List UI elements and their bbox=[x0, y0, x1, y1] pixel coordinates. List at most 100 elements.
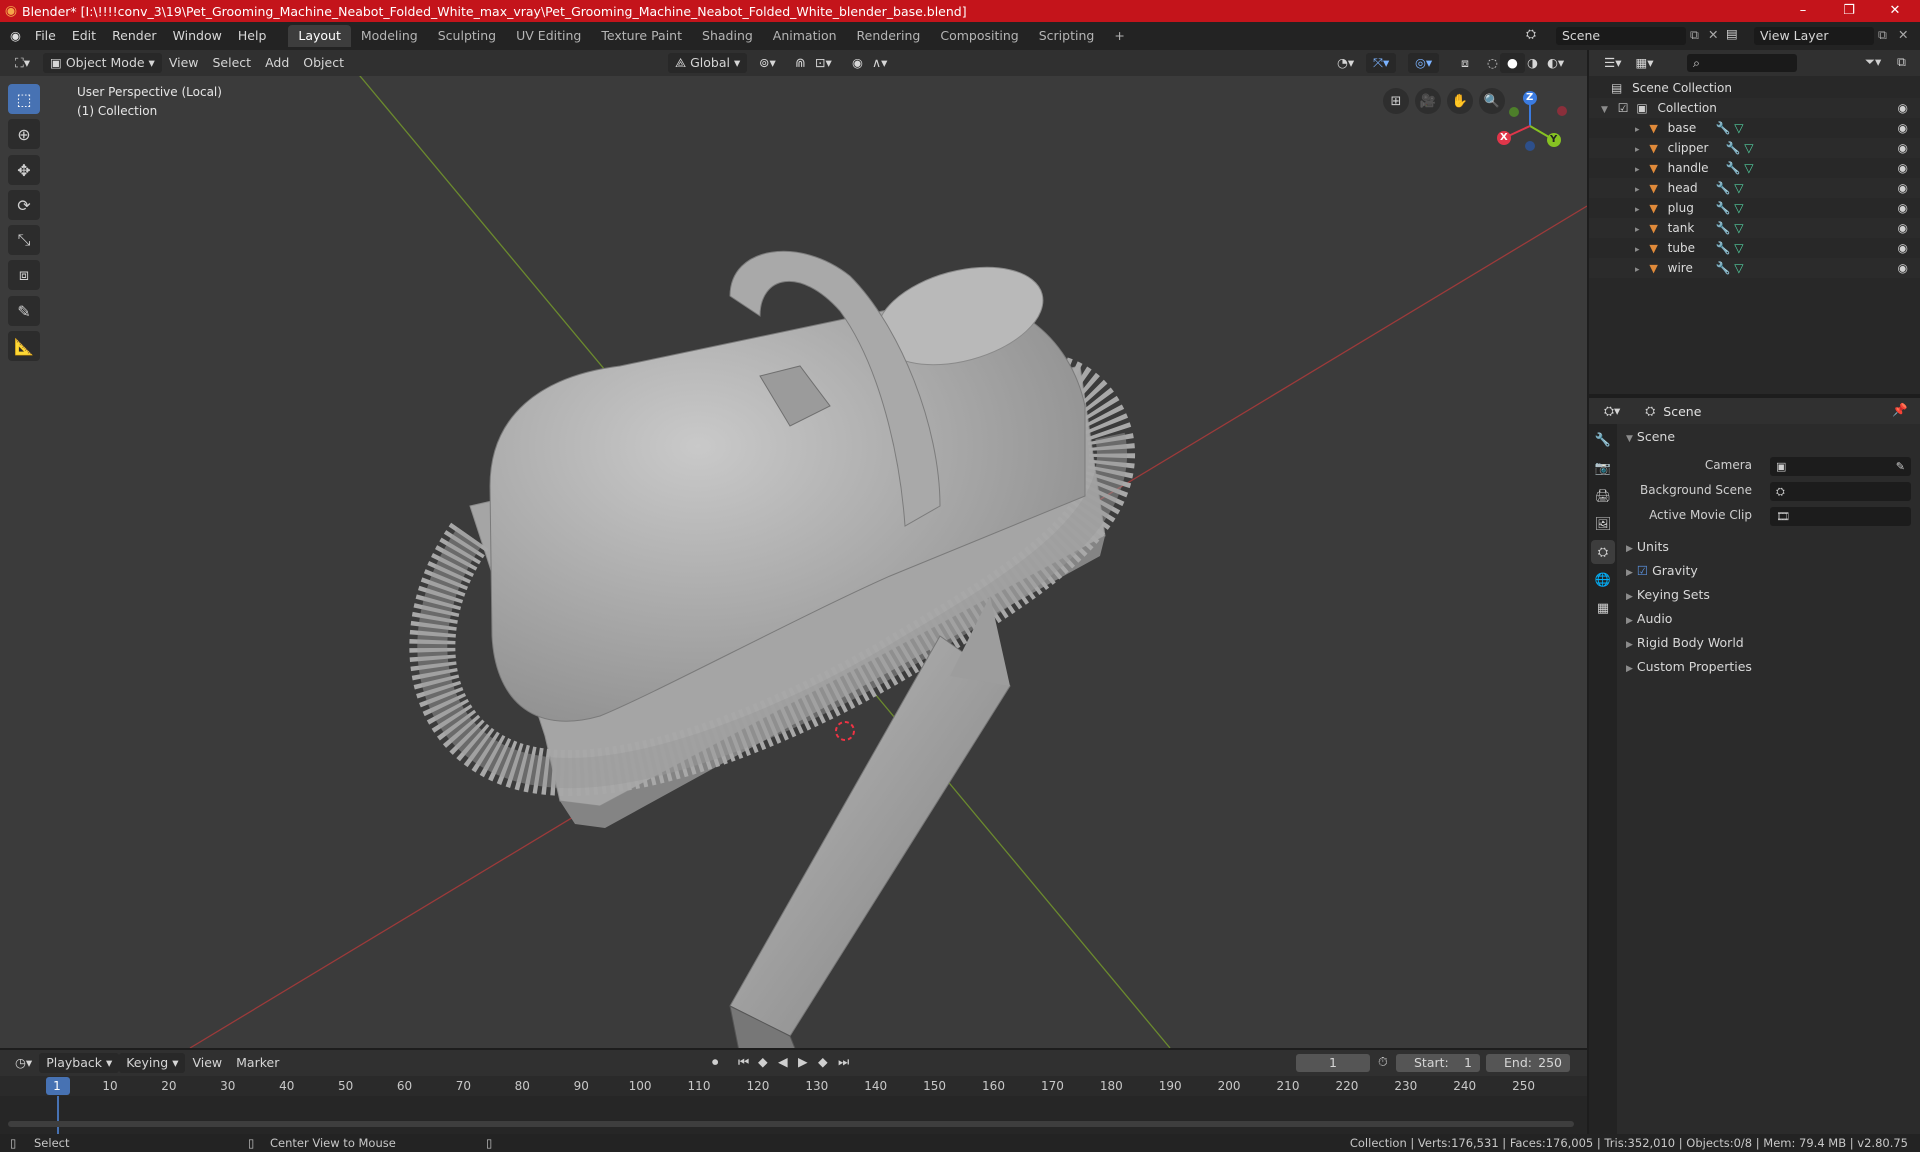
measure-tool-icon[interactable]: 📐 bbox=[8, 331, 40, 361]
modifier-wrench-icon[interactable]: 🔧 bbox=[1715, 221, 1730, 235]
keying-menu[interactable]: Keying ▾ bbox=[119, 1053, 186, 1073]
eye-icon[interactable]: ◉ bbox=[1898, 218, 1908, 238]
custom-properties-panel-header[interactable]: ▶ Custom Properties bbox=[1620, 655, 1916, 679]
properties-editor-type-icon[interactable]: ⛭▾ bbox=[1597, 401, 1627, 421]
eye-icon[interactable]: ◉ bbox=[1898, 158, 1908, 178]
maximize-button[interactable]: ❐ bbox=[1826, 0, 1872, 22]
pin-icon[interactable]: 📌 bbox=[1892, 402, 1908, 418]
snap-target-icon[interactable]: ⊡▾ bbox=[808, 53, 839, 73]
menu-help[interactable]: Help bbox=[230, 22, 275, 50]
record-icon[interactable]: ⏺ bbox=[712, 1054, 718, 1070]
expand-arrow-icon[interactable]: ▸ bbox=[1635, 185, 1640, 195]
new-collection-icon[interactable]: ⧉ bbox=[1897, 54, 1906, 70]
eye-icon[interactable]: ◉ bbox=[1898, 258, 1908, 278]
scale-tool-icon[interactable]: ⤡ bbox=[8, 225, 40, 255]
scene-panel-header[interactable]: ▼ Scene bbox=[1620, 425, 1916, 449]
viewport-menu-object[interactable]: Object bbox=[296, 53, 351, 73]
eye-icon[interactable]: ◉ bbox=[1898, 118, 1908, 138]
modifier-wrench-icon[interactable]: 🔧 bbox=[1725, 141, 1740, 155]
scene-tab-icon[interactable]: ⛭ bbox=[1591, 540, 1615, 564]
expand-arrow-icon[interactable]: ▸ bbox=[1635, 145, 1640, 155]
modifier-wrench-icon[interactable]: 🔧 bbox=[1725, 161, 1740, 175]
xray-icon[interactable]: ⧈ bbox=[1454, 53, 1476, 73]
expand-arrow-icon[interactable]: ▸ bbox=[1635, 165, 1640, 175]
render-tab-icon[interactable]: 📷 bbox=[1591, 456, 1615, 480]
blender-menu-icon[interactable]: ◉ bbox=[0, 22, 27, 50]
camera-field[interactable]: ▣ ✎ bbox=[1770, 457, 1911, 476]
viewport-menu-select[interactable]: Select bbox=[206, 53, 259, 73]
world-tab-icon[interactable]: 🌐 bbox=[1591, 568, 1615, 592]
menu-render[interactable]: Render bbox=[104, 22, 165, 50]
tab-sculpting[interactable]: Sculpting bbox=[428, 25, 506, 47]
tree-row-object[interactable]: ▸ ▼ plug 🔧 ▽ ◉ bbox=[1589, 198, 1920, 218]
background-scene-field[interactable]: ⛭ bbox=[1770, 482, 1911, 501]
tab-shading[interactable]: Shading bbox=[692, 25, 763, 47]
tree-row-scene-collection[interactable]: ▤ Scene Collection bbox=[1589, 78, 1920, 98]
scene-remove-icon[interactable]: ✕ bbox=[1708, 27, 1718, 42]
eye-icon[interactable]: ◉ bbox=[1898, 98, 1908, 118]
tab-scripting[interactable]: Scripting bbox=[1029, 25, 1105, 47]
annotate-tool-icon[interactable]: ✎ bbox=[8, 296, 40, 326]
zoom-icon[interactable]: 🔍 bbox=[1479, 88, 1505, 114]
mesh-data-icon[interactable]: ▽ bbox=[1734, 241, 1743, 255]
modifier-wrench-icon[interactable]: 🔧 bbox=[1715, 121, 1730, 135]
modifier-wrench-icon[interactable]: 🔧 bbox=[1715, 201, 1730, 215]
gravity-checkbox-icon[interactable]: ☑ bbox=[1637, 563, 1648, 578]
jump-end-icon[interactable]: ⏭ bbox=[838, 1054, 849, 1070]
checkbox-icon[interactable]: ☑ bbox=[1618, 101, 1629, 115]
cursor-tool-icon[interactable]: ⊕ bbox=[8, 119, 40, 149]
orientation-select[interactable]: ⟁ Global ▾ bbox=[668, 53, 748, 73]
move-tool-icon[interactable]: ✥ bbox=[8, 155, 40, 185]
prev-keyframe-icon[interactable]: ◆ bbox=[758, 1054, 768, 1069]
modifier-wrench-icon[interactable]: 🔧 bbox=[1715, 241, 1730, 255]
tree-row-object[interactable]: ▸ ▼ head 🔧 ▽ ◉ bbox=[1589, 178, 1920, 198]
mesh-data-icon[interactable]: ▽ bbox=[1734, 201, 1743, 215]
scene-new-icon[interactable]: ⧉ bbox=[1690, 27, 1699, 43]
3d-viewport[interactable]: User Perspective (Local) (1) Collection … bbox=[0, 76, 1587, 1048]
units-panel-header[interactable]: ▶ Units bbox=[1620, 535, 1916, 559]
mesh-data-icon[interactable]: ▽ bbox=[1744, 141, 1753, 155]
tree-row-object[interactable]: ▸ ▼ clipper 🔧 ▽ ◉ bbox=[1589, 138, 1920, 158]
eye-icon[interactable]: ◉ bbox=[1898, 178, 1908, 198]
viewport-menu-view[interactable]: View bbox=[162, 53, 206, 73]
stopwatch-icon[interactable]: ⏱ bbox=[1378, 1054, 1388, 1070]
expand-arrow-icon[interactable]: ▸ bbox=[1635, 245, 1640, 255]
transform-tool-icon[interactable]: ⧈ bbox=[8, 260, 40, 290]
menu-file[interactable]: File bbox=[27, 22, 64, 50]
view-layer-field[interactable]: View Layer bbox=[1754, 27, 1874, 45]
eye-icon[interactable]: ◉ bbox=[1898, 138, 1908, 158]
expand-arrow-icon[interactable]: ▸ bbox=[1635, 225, 1640, 235]
timeline-area[interactable] bbox=[0, 1096, 1587, 1134]
movie-clip-field[interactable]: 🎞 bbox=[1770, 507, 1911, 526]
expand-arrow-icon[interactable]: ▸ bbox=[1635, 205, 1640, 215]
filter-icon[interactable]: ⏷▾ bbox=[1865, 54, 1881, 70]
next-keyframe-icon[interactable]: ◆ bbox=[818, 1054, 828, 1069]
mesh-data-icon[interactable]: ▽ bbox=[1734, 121, 1743, 135]
close-button[interactable]: ✕ bbox=[1872, 0, 1918, 22]
gizmo-toggle-icon[interactable]: ⤧▾ bbox=[1366, 53, 1397, 73]
eye-icon[interactable]: ◉ bbox=[1898, 198, 1908, 218]
keying-sets-panel-header[interactable]: ▶ Keying Sets bbox=[1620, 583, 1916, 607]
overlay-toggle-icon[interactable]: ◎▾ bbox=[1408, 53, 1440, 73]
tab-rendering[interactable]: Rendering bbox=[847, 25, 931, 47]
scene-browse-icon[interactable]: ⛭ bbox=[1526, 26, 1536, 42]
pivot-icon[interactable]: ⊚▾ bbox=[752, 53, 783, 73]
end-frame-field[interactable]: End: 250 bbox=[1486, 1054, 1570, 1072]
outliner-search-input[interactable]: ⌕ bbox=[1687, 54, 1797, 72]
expand-arrow-icon[interactable]: ▸ bbox=[1635, 125, 1640, 135]
current-frame-field[interactable]: 1 bbox=[1296, 1054, 1370, 1072]
minimize-button[interactable]: – bbox=[1780, 0, 1826, 22]
falloff-icon[interactable]: ∧▾ bbox=[865, 53, 894, 73]
output-tab-icon[interactable]: 🖨 bbox=[1591, 484, 1615, 508]
menu-edit[interactable]: Edit bbox=[64, 22, 104, 50]
editor-type-icon[interactable]: ⛶▾ bbox=[8, 53, 37, 73]
modifier-wrench-icon[interactable]: 🔧 bbox=[1715, 181, 1730, 195]
eye-icon[interactable]: ◉ bbox=[1898, 238, 1908, 258]
viewport-menu-add[interactable]: Add bbox=[258, 53, 296, 73]
view-layer-browse-icon[interactable]: ▤ bbox=[1726, 26, 1738, 41]
tab-layout[interactable]: Layout bbox=[288, 25, 351, 47]
tree-row-object[interactable]: ▸ ▼ tank 🔧 ▽ ◉ bbox=[1589, 218, 1920, 238]
mesh-data-icon[interactable]: ▽ bbox=[1734, 261, 1743, 275]
expand-arrow-icon[interactable]: ▼ bbox=[1601, 105, 1608, 115]
menu-window[interactable]: Window bbox=[165, 22, 230, 50]
